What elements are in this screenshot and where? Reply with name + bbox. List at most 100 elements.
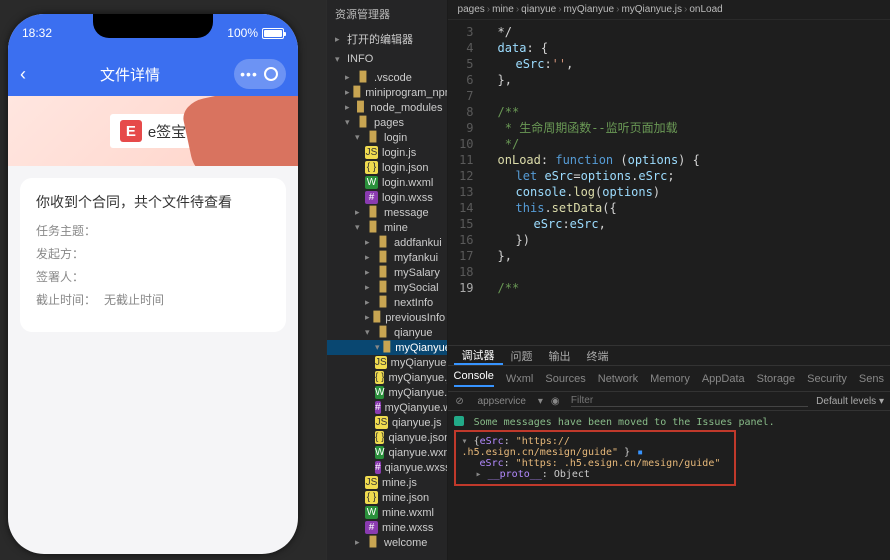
breadcrumb-segment[interactable]: qianyue	[521, 4, 556, 15]
devtools-tab[interactable]: Memory	[650, 373, 690, 385]
tree-item[interactable]: Wlogin.wxml	[327, 175, 447, 190]
code-line[interactable]: this.setData({	[480, 200, 700, 216]
code-line[interactable]: /**	[480, 280, 700, 296]
code-line[interactable]: eSrc:'',	[480, 56, 700, 72]
disclosure-triangle-icon[interactable]: ▾	[462, 436, 468, 447]
ban-icon[interactable]: ⊘	[454, 396, 466, 407]
info-section[interactable]: ▾ INFO	[327, 50, 447, 68]
levels-label: Default levels	[816, 396, 876, 407]
devtools-tab[interactable]: Storage	[757, 373, 796, 385]
tree-item[interactable]: ▾▉mine	[327, 220, 447, 235]
devtools-tab[interactable]: Console	[454, 370, 494, 387]
code-line[interactable]: let eSrc=options.eSrc;	[480, 168, 700, 184]
devtools-tab[interactable]: Sens	[859, 373, 884, 385]
chevron-down-icon: ▾	[365, 327, 373, 338]
tree-item[interactable]: Wmine.wxml	[327, 505, 447, 520]
breadcrumb-segment[interactable]: mine	[492, 4, 514, 15]
context-dropdown[interactable]: appservice	[474, 396, 530, 407]
devtools-tab[interactable]: Sources	[545, 373, 585, 385]
folder-icon: ▉	[374, 311, 382, 324]
tree-item[interactable]: ▸▉myfankui	[327, 250, 447, 265]
code-line[interactable]	[480, 88, 700, 104]
code-lines[interactable]: */data: {eSrc:'',},/** * 生命周期函数--监听页面加载 …	[480, 20, 700, 345]
devtools-tab[interactable]: AppData	[702, 373, 745, 385]
tree-item[interactable]: ▸▉node_modules	[327, 100, 447, 115]
tree-item[interactable]: { }login.json	[327, 160, 447, 175]
levels-dropdown[interactable]: Default levels ▾	[816, 396, 884, 407]
tree-item[interactable]: ▸▉miniprogram_npm	[327, 85, 447, 100]
tree-item-label: mine.json	[382, 492, 429, 504]
tree-item[interactable]: ▾▉pages	[327, 115, 447, 130]
chevron-down-icon[interactable]: ▾	[538, 396, 543, 407]
folder-icon: ▉	[356, 101, 367, 114]
code-line[interactable]: data: {	[480, 40, 700, 56]
tree-item[interactable]: { }qianyue.json	[327, 430, 447, 445]
tree-item[interactable]: ▸▉.vscode	[327, 70, 447, 85]
tree-item[interactable]: ▾▉qianyue	[327, 325, 447, 340]
devtools-tab[interactable]: Security	[807, 373, 847, 385]
devtools-tab[interactable]: Network	[598, 373, 638, 385]
breadcrumb-segment[interactable]: pages	[458, 4, 485, 15]
tree-item[interactable]: ▾▉login	[327, 130, 447, 145]
open-editors-section[interactable]: ▸ 打开的编辑器	[327, 28, 447, 50]
panel-tab[interactable]: 调试器	[454, 347, 503, 365]
chevron-right-icon: ▸	[365, 237, 373, 248]
status-time: 18:32	[22, 26, 52, 40]
code-line[interactable]: /**	[480, 104, 700, 120]
tree-item[interactable]: ▸▉previousInfo	[327, 310, 447, 325]
code-line[interactable]: */	[480, 136, 700, 152]
breadcrumb-segment[interactable]: onLoad	[689, 4, 722, 15]
breadcrumb-segment[interactable]: myQianyue.js	[621, 4, 682, 15]
code-line[interactable]: },	[480, 248, 700, 264]
capsule-menu-icon[interactable]: •••	[238, 63, 260, 85]
tree-item[interactable]: ▾▉myQianyue	[327, 340, 447, 355]
code-editor[interactable]: 345678910111213141516171819 */data: {eSr…	[448, 20, 890, 345]
tree-item[interactable]: ▸▉mySocial	[327, 280, 447, 295]
miniprogram-capsule[interactable]: •••	[234, 59, 286, 89]
tree-item[interactable]: { }myQianyue.json	[327, 370, 447, 385]
code-line[interactable]: eSrc:eSrc,	[480, 216, 700, 232]
code-line[interactable]: onLoad: function (options) {	[480, 152, 700, 168]
code-line[interactable]	[480, 264, 700, 280]
eye-icon[interactable]: ◉	[551, 396, 563, 407]
panel-tab[interactable]: 终端	[579, 348, 617, 364]
devtools-tab[interactable]: Wxml	[506, 373, 534, 385]
tree-item-label: mySalary	[394, 267, 440, 279]
tree-item[interactable]: ▸▉addfankui	[327, 235, 447, 250]
capsule-close-icon[interactable]	[260, 63, 282, 85]
card-row-label: 发起方：	[36, 245, 104, 262]
code-line[interactable]: },	[480, 72, 700, 88]
file-tree: ▸▉.vscode▸▉miniprogram_npm▸▉node_modules…	[327, 68, 447, 558]
tree-item[interactable]: JSqianyue.js	[327, 415, 447, 430]
code-line[interactable]: */	[480, 24, 700, 40]
line-number: 17	[448, 248, 474, 264]
panel-tab[interactable]: 问题	[503, 348, 541, 364]
console-body[interactable]: Some messages have been moved to the Iss…	[448, 411, 890, 560]
tree-item[interactable]: #mine.wxss	[327, 520, 447, 535]
code-line[interactable]: console.log(options)	[480, 184, 700, 200]
tree-item[interactable]: ▸▉mySalary	[327, 265, 447, 280]
tree-item[interactable]: ▸▉welcome	[327, 535, 447, 550]
disclosure-triangle-icon[interactable]: ▸	[476, 469, 482, 480]
filter-input[interactable]	[571, 395, 808, 407]
tree-item[interactable]: JSmyQianyue.js	[327, 355, 447, 370]
panel-tab[interactable]: 输出	[541, 348, 579, 364]
tree-item[interactable]: #login.wxss	[327, 190, 447, 205]
tree-item[interactable]: #qianyue.wxss	[327, 460, 447, 475]
tree-item[interactable]: ▸▉message	[327, 205, 447, 220]
line-number: 19	[448, 280, 474, 296]
code-line[interactable]: })	[480, 232, 700, 248]
tree-item[interactable]: WmyQianyue.wxml	[327, 385, 447, 400]
info-dot-icon[interactable]: ▪	[636, 447, 644, 458]
tree-item[interactable]: ▸▉nextInfo	[327, 295, 447, 310]
tree-item[interactable]: Wqianyue.wxml	[327, 445, 447, 460]
tree-item-label: login.wxml	[382, 177, 433, 189]
tree-item[interactable]: JSmine.js	[327, 475, 447, 490]
breadcrumbs[interactable]: pages › mine › qianyue › myQianyue › myQ…	[448, 0, 890, 20]
tree-item[interactable]: { }mine.json	[327, 490, 447, 505]
tree-item[interactable]: #myQianyue.wxss	[327, 400, 447, 415]
breadcrumb-segment[interactable]: myQianyue	[564, 4, 615, 15]
code-line[interactable]: * 生命周期函数--监听页面加载	[480, 120, 700, 136]
tree-item[interactable]: JSlogin.js	[327, 145, 447, 160]
explorer-header: 资源管理器	[327, 0, 447, 28]
